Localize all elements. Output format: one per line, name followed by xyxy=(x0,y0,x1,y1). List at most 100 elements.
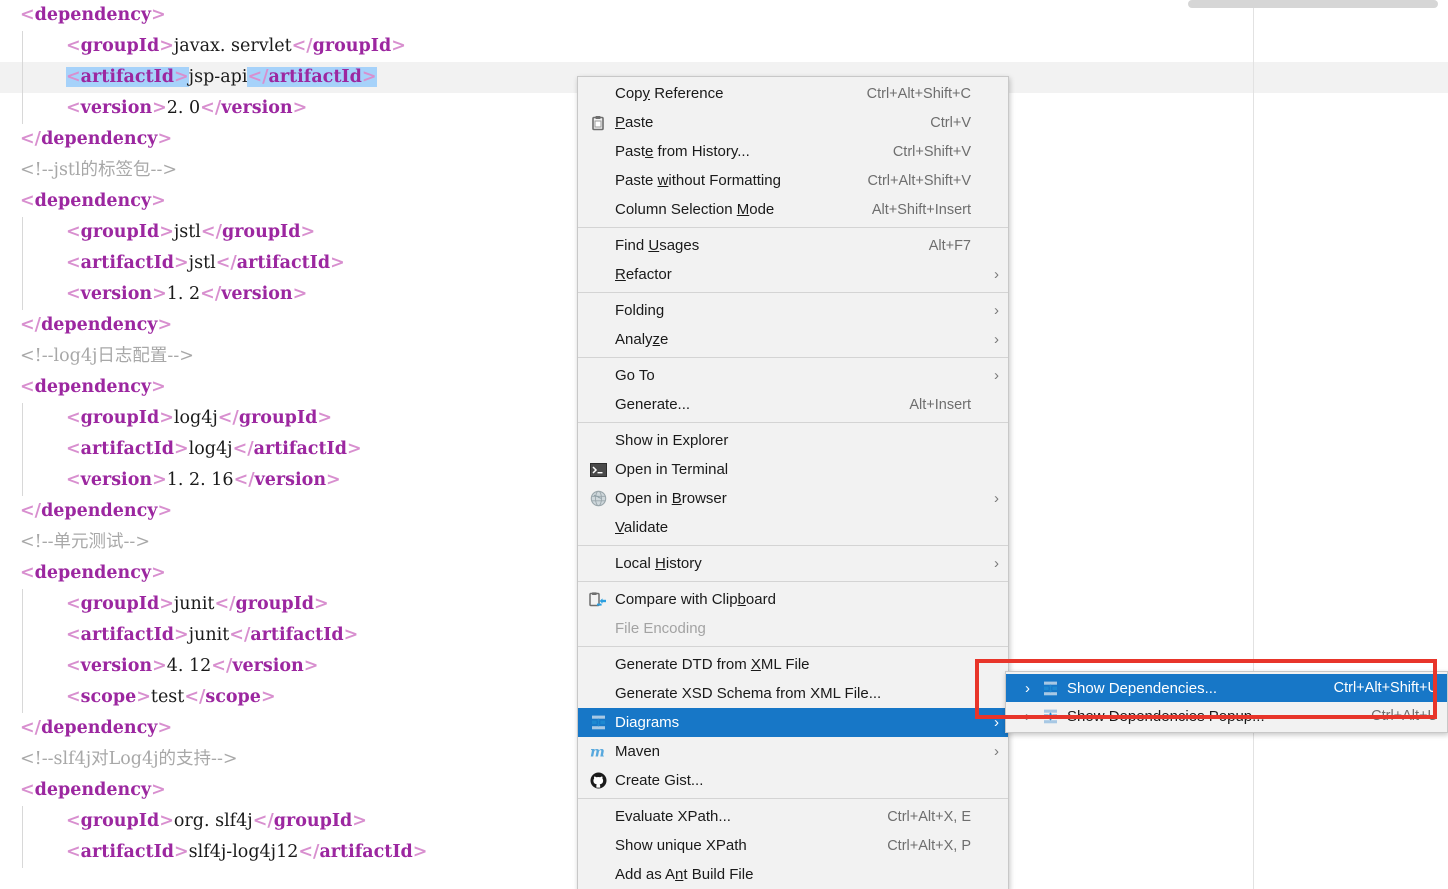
indent-guide xyxy=(22,434,23,465)
menu-item-label: Add as Ant Build File xyxy=(615,866,754,883)
submenu-item-label: Show Dependencies Popup... xyxy=(1067,707,1265,725)
code-token-tag: artifactId xyxy=(80,439,174,459)
code-token-angle: </ xyxy=(252,811,274,831)
code-token-text: test xyxy=(150,687,185,707)
code-token-angle: </ xyxy=(20,501,42,521)
menu-item-label: Maven xyxy=(615,743,661,760)
compare-clipboard-icon xyxy=(584,590,612,610)
code-token-angle: < xyxy=(20,191,35,211)
menu-icon-placeholder xyxy=(584,236,612,256)
code-token-angle: > xyxy=(260,687,276,707)
menu-item-column-selection-mode[interactable]: Column Selection Mode Alt+Shift+Insert xyxy=(578,195,1008,224)
menu-item-paste-from-history[interactable]: Paste from History... Ctrl+Shift+V xyxy=(578,137,1008,166)
indent-guide xyxy=(22,31,23,62)
menu-item-show-unique-xpath[interactable]: Show unique XPath Ctrl+Alt+X, P xyxy=(578,831,1008,860)
code-token-angle: < xyxy=(66,222,81,242)
code-token-tag: artifactId xyxy=(80,67,174,87)
code-line-text: <scope>test</scope> xyxy=(66,687,276,707)
menu-item-analyze[interactable]: Analyze › xyxy=(578,325,1008,354)
code-line-text: <dependency> xyxy=(20,780,166,800)
menu-item-generate[interactable]: Generate... Alt+Insert xyxy=(578,390,1008,419)
menu-separator xyxy=(578,798,1008,799)
menu-icon-placeholder xyxy=(584,655,612,675)
code-token-angle: < xyxy=(66,284,81,304)
code-token-tag: dependency xyxy=(34,377,152,397)
code-token-text: log4j xyxy=(188,439,233,459)
code-token-angle: < xyxy=(66,67,81,87)
code-token-angle: < xyxy=(66,842,81,862)
code-token-angle: < xyxy=(66,36,81,56)
maven-icon: m xyxy=(584,742,612,762)
code-token-angle: </ xyxy=(217,408,239,428)
diagrams-submenu[interactable]: › Show Dependencies... Ctrl+Alt+Shift+U › Sh… xyxy=(1005,671,1448,733)
menu-item-refactor[interactable]: Refactor › xyxy=(578,260,1008,289)
code-token-tag: groupId xyxy=(238,408,318,428)
menu-icon-placeholder xyxy=(584,518,612,538)
code-token-angle: > xyxy=(152,284,167,304)
menu-item-shortcut: Ctrl+V xyxy=(930,114,971,131)
menu-item-shortcut: Ctrl+Shift+V xyxy=(892,143,971,160)
code-token-angle: > xyxy=(159,408,174,428)
menu-item-shortcut: Ctrl+Alt+X, P xyxy=(887,837,971,854)
menu-item-paste[interactable]: Paste Ctrl+V xyxy=(578,108,1008,137)
code-token-angle: < xyxy=(66,253,81,273)
code-line-text: <artifactId>junit</artifactId> xyxy=(66,625,358,645)
menu-item-shortcut: Ctrl+Alt+X, E xyxy=(887,808,971,825)
right-margin-guide xyxy=(1253,0,1254,889)
menu-item-create-gist[interactable]: Create Gist... xyxy=(578,766,1008,795)
menu-item-compare-with-clipboard[interactable]: Compare with Clipboard xyxy=(578,585,1008,614)
github-icon xyxy=(584,771,612,791)
code-token-angle: > xyxy=(361,67,377,87)
code-token-angle: < xyxy=(66,408,81,428)
menu-icon-placeholder xyxy=(584,366,612,386)
menu-item-find-usages[interactable]: Find Usages Alt+F7 xyxy=(578,231,1008,260)
code-line-text: <groupId>org. slf4j</groupId> xyxy=(66,811,367,831)
menu-item-label: Open in Terminal xyxy=(615,461,729,478)
code-token-angle: > xyxy=(292,98,308,118)
code-token-angle: < xyxy=(20,377,35,397)
editor-context-menu[interactable]: Copy Reference Ctrl+Alt+Shift+C Paste Ctrl+… xyxy=(577,76,1009,889)
code-token-tag: groupId xyxy=(80,408,160,428)
indent-guide xyxy=(22,620,23,651)
menu-item-folding[interactable]: Folding › xyxy=(578,296,1008,325)
code-line[interactable]: <groupId>javax. servlet</groupId> xyxy=(0,31,1448,62)
code-token-tag: artifactId xyxy=(253,439,347,459)
code-token-tag: groupId xyxy=(80,36,160,56)
menu-item-open-in-browser[interactable]: Open in Browser › xyxy=(578,484,1008,513)
code-token-angle: > xyxy=(174,625,189,645)
code-line-text: <groupId>jstl</groupId> xyxy=(66,222,315,242)
indent-guide xyxy=(22,465,23,496)
menu-item-maven[interactable]: m Maven › xyxy=(578,737,1008,766)
menu-item-paste-without-formatting[interactable]: Paste without Formatting Ctrl+Alt+Shift+V xyxy=(578,166,1008,195)
menu-item-copy-reference[interactable]: Copy Reference Ctrl+Alt+Shift+C xyxy=(578,79,1008,108)
code-token-angle: < xyxy=(66,811,81,831)
code-token-text: jstl xyxy=(188,253,216,273)
menu-item-generate-xsd-schema-from-xml-file[interactable]: Generate XSD Schema from XML File... xyxy=(578,679,1008,708)
code-token-comment: <!--log4j日志配置--> xyxy=(20,346,194,366)
menu-item-open-in-terminal[interactable]: Open in Terminal xyxy=(578,455,1008,484)
submenu-item-label: Show Dependencies... xyxy=(1067,679,1218,697)
menu-item-label: Copy Reference xyxy=(615,85,724,102)
menu-item-validate[interactable]: Validate xyxy=(578,513,1008,542)
submenu-item-show-dependencies[interactable]: › Show Dependencies... Ctrl+Alt+Shift+U xyxy=(1006,674,1447,702)
menu-item-diagrams[interactable]: Diagrams › xyxy=(578,708,1008,737)
code-token-angle: < xyxy=(66,594,81,614)
code-token-tag: groupId xyxy=(312,36,392,56)
code-token-angle: </ xyxy=(214,594,236,614)
code-token-angle: </ xyxy=(229,625,251,645)
menu-item-go-to[interactable]: Go To › xyxy=(578,361,1008,390)
menu-item-show-in-explorer[interactable]: Show in Explorer xyxy=(578,426,1008,455)
menu-icon-placeholder xyxy=(584,619,612,639)
menu-item-add-as-ant-build-file[interactable]: Add as Ant Build File xyxy=(578,860,1008,889)
code-token-text: 4. 12 xyxy=(166,656,212,676)
indent-guide xyxy=(22,62,23,93)
menu-item-local-history[interactable]: Local History › xyxy=(578,549,1008,578)
menu-icon-placeholder xyxy=(584,142,612,162)
menu-item-evaluate-xpath[interactable]: Evaluate XPath... Ctrl+Alt+X, E xyxy=(578,802,1008,831)
horizontal-scrollbar[interactable] xyxy=(1188,0,1438,8)
screen-root: <dependency> <groupId>javax. servlet</gro… xyxy=(0,0,1448,889)
submenu-item-show-dependencies-popup[interactable]: › Show Dependencies Popup... Ctrl+Alt+U xyxy=(1006,702,1447,730)
menu-item-generate-dtd-from-xml-file[interactable]: Generate DTD from XML File xyxy=(578,650,1008,679)
code-line-text: <version>1. 2</version> xyxy=(66,284,307,304)
menu-item-label: Open in Browser xyxy=(615,490,727,507)
